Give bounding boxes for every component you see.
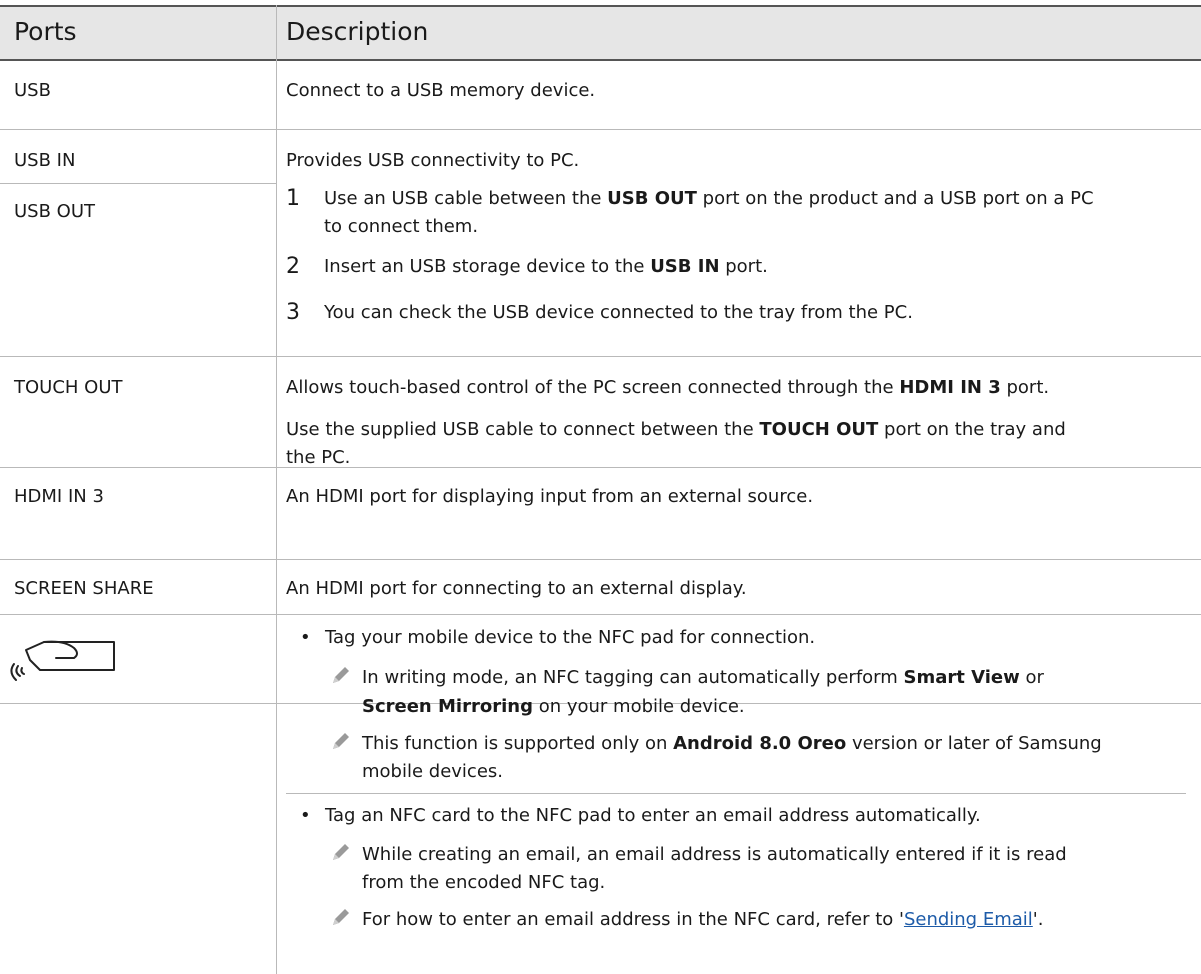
port-touch-out: TOUCH OUT — [14, 377, 123, 398]
description-column-header: Description — [286, 17, 429, 46]
nfc-note-2-continued: mobile devices. — [362, 761, 503, 782]
note-pencil-icon — [333, 733, 349, 749]
table-header-rule — [0, 59, 1201, 61]
nfc-note-3: While creating an email, an email addres… — [362, 844, 1067, 865]
step-number: 1 — [286, 186, 300, 211]
row-separator — [0, 356, 1201, 357]
row-separator — [0, 614, 1201, 615]
note-pencil-icon — [333, 909, 349, 925]
table-header — [0, 5, 1201, 61]
port-usb: USB — [14, 80, 51, 101]
description-usb: Connect to a USB memory device. — [286, 80, 596, 101]
note-pencil-icon — [333, 667, 349, 683]
nfc-note-4: For how to enter an email address in the… — [362, 909, 1044, 930]
port-hdmi-in-3: HDMI IN 3 — [14, 486, 104, 507]
nfc-tag-icon — [10, 640, 115, 681]
step-text: Insert an USB storage device to the USB … — [324, 256, 768, 277]
nfc-bullet-1: Tag your mobile device to the NFC pad fo… — [325, 627, 816, 648]
ports-column-header: Ports — [14, 17, 77, 46]
table-top-rule — [0, 5, 1201, 7]
port-screen-share: SCREEN SHARE — [14, 578, 154, 599]
column-divider — [276, 5, 277, 974]
description-screen-share: An HDMI port for connecting to an extern… — [286, 578, 747, 599]
port-usb-in: USB IN — [14, 150, 76, 171]
row-separator — [0, 559, 1201, 560]
description-hdmi-in-3: An HDMI port for displaying input from a… — [286, 486, 814, 507]
step-number: 3 — [286, 300, 300, 325]
note-pencil-icon — [333, 844, 349, 860]
description-touch-line1: Allows touch-based control of the PC scr… — [286, 377, 1050, 398]
row-separator — [0, 467, 1201, 468]
row-separator — [0, 183, 276, 184]
nfc-inner-separator — [286, 793, 1186, 794]
nfc-bullet-2: Tag an NFC card to the NFC pad to enter … — [325, 805, 981, 826]
nfc-note-1-continued: Screen Mirroring on your mobile device. — [362, 696, 745, 717]
description-touch-line2: Use the supplied USB cable to connect be… — [286, 419, 1066, 440]
step-text: Use an USB cable between the USB OUT por… — [324, 188, 1094, 209]
step-text-continued: to connect them. — [324, 216, 479, 237]
nfc-note-2: This function is supported only on Andro… — [362, 733, 1102, 754]
step-text: You can check the USB device connected t… — [324, 302, 913, 323]
bullet: • — [300, 805, 311, 826]
step-number: 2 — [286, 254, 300, 279]
sending-email-link[interactable]: Sending Email — [904, 909, 1033, 930]
port-usb-out: USB OUT — [14, 201, 96, 222]
nfc-note-1: In writing mode, an NFC tagging can auto… — [362, 667, 1044, 688]
bullet: • — [300, 627, 311, 648]
description-touch-line3: the PC. — [286, 447, 351, 468]
nfc-note-3-continued: from the encoded NFC tag. — [362, 872, 606, 893]
row-separator — [0, 129, 1201, 130]
description-usb-io-intro: Provides USB connectivity to PC. — [286, 150, 580, 171]
